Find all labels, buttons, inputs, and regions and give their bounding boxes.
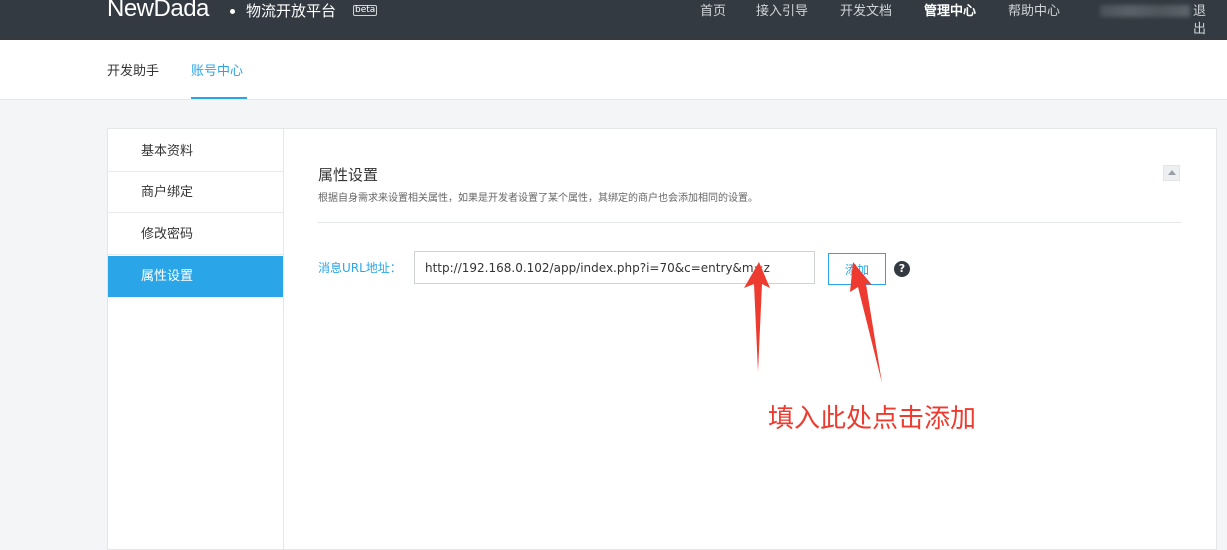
sidebar-item-change-password[interactable]: 修改密码 — [108, 214, 283, 255]
nav-help-center[interactable]: 帮助中心 — [1008, 3, 1060, 21]
section-divider — [318, 222, 1181, 223]
logo-separator-dot — [230, 9, 235, 14]
section-title: 属性设置 — [318, 166, 379, 184]
blurred-username — [1100, 5, 1190, 17]
active-tab-underline — [191, 97, 247, 99]
nav-integration-guide[interactable]: 接入引导 — [756, 3, 808, 21]
tab-account-center[interactable]: 账号中心 — [191, 63, 243, 81]
sidebar-item-basic-info[interactable]: 基本资料 — [108, 131, 283, 172]
newdada-logo[interactable]: NewDada — [107, 0, 209, 24]
beta-badge: beta — [353, 5, 378, 16]
top-navigation-bar: NewDada 物流开放平台 beta 首页 接入引导 开发文档 管理中心 帮助… — [0, 0, 1227, 40]
nav-dev-docs[interactable]: 开发文档 — [840, 3, 892, 21]
nav-home[interactable]: 首页 — [700, 3, 726, 21]
help-question-icon[interactable]: ? — [894, 261, 910, 277]
collapse-up-icon[interactable] — [1163, 165, 1180, 181]
logout-link[interactable]: 退出 — [1193, 3, 1206, 39]
sub-navigation-bar: 开发助手 账号中心 — [0, 40, 1227, 100]
tab-dev-assistant[interactable]: 开发助手 — [107, 63, 159, 81]
sidebar-item-attribute-settings[interactable]: 属性设置 — [108, 256, 283, 297]
nav-management-center[interactable]: 管理中心 — [924, 3, 976, 21]
sidebar-item-merchant-binding[interactable]: 商户绑定 — [108, 172, 283, 213]
add-button[interactable]: 添加 — [828, 253, 886, 285]
section-description: 根据自身需求来设置相关属性，如果是开发者设置了某个属性，其绑定的商户也会添加相同… — [318, 193, 758, 204]
platform-title: 物流开放平台 — [246, 2, 337, 20]
settings-card: 基本资料 商户绑定 修改密码 属性设置 属性设置 根据自身需求来设置相关属性，如… — [107, 128, 1217, 550]
message-url-input[interactable] — [414, 251, 815, 284]
account-sidebar: 基本资料 商户绑定 修改密码 属性设置 — [108, 129, 284, 549]
annotation-text: 填入此处点击添加 — [768, 404, 977, 434]
message-url-label: 消息URL地址： — [318, 261, 402, 275]
